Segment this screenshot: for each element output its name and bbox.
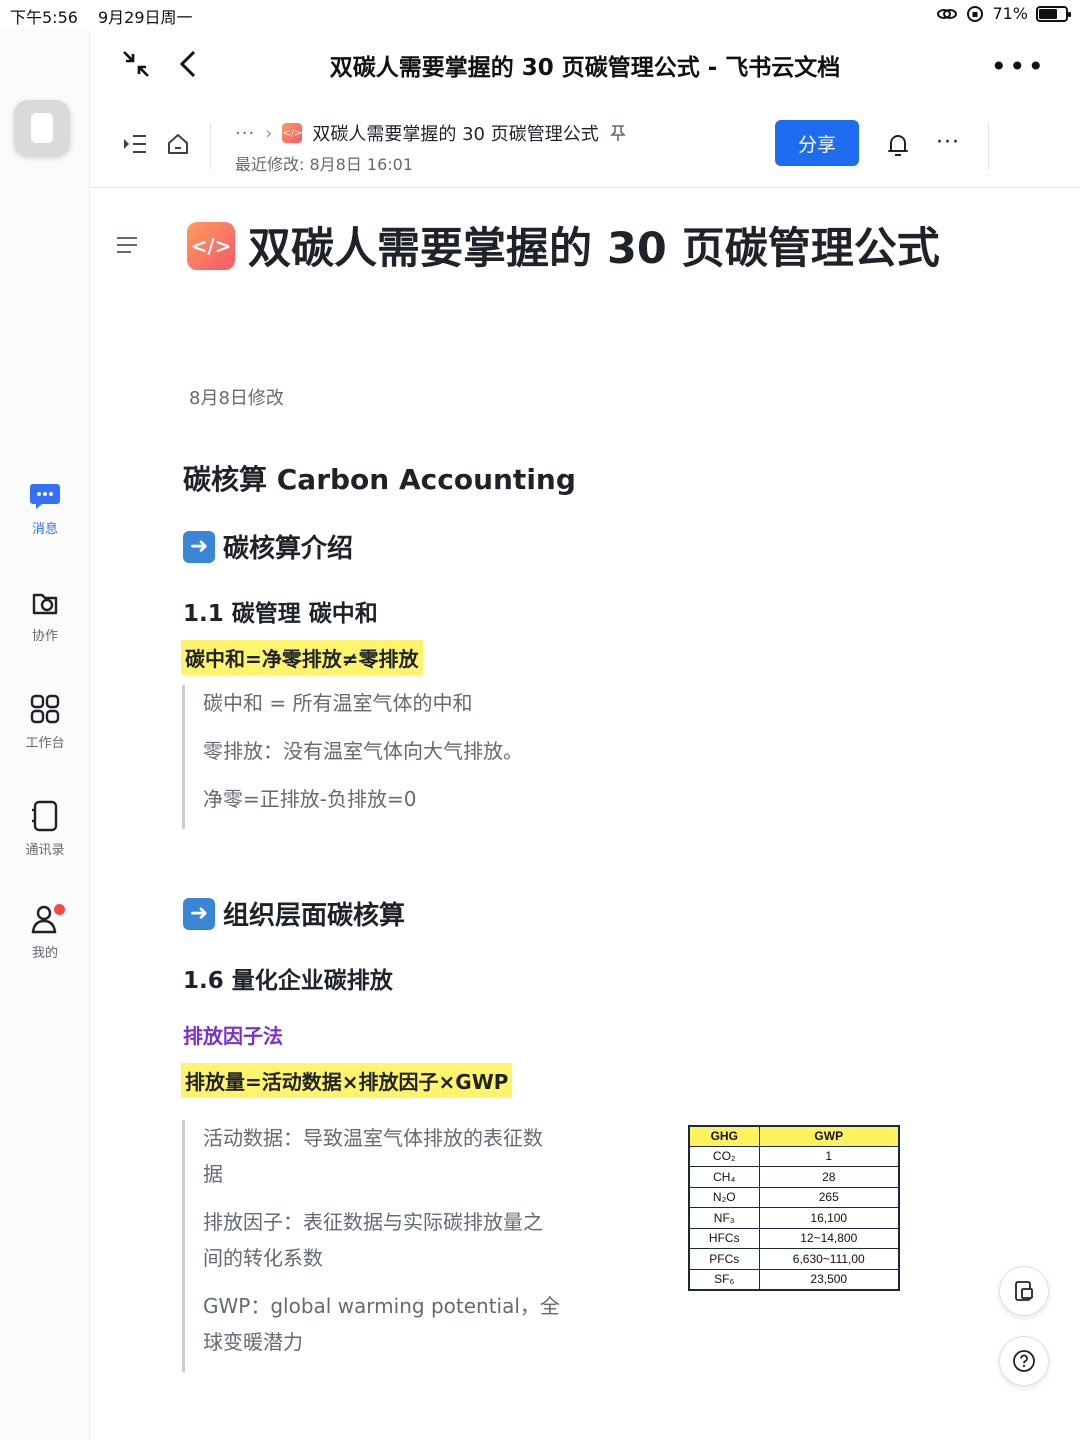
heading-section-2: ➜ 组织层面碳核算 [183,895,405,932]
gas-cell: CH₄ [688,1166,760,1188]
doc-toolbar: ··· › </> 双碳人需要掌握的 30 页碳管理公式 最近修改: 8月8日 … [90,104,1080,188]
status-date: 9月29日周一 [98,8,193,27]
highlight-formula: 排放量=活动数据×排放因子×GWP [181,1063,513,1098]
gwp-table: GHG GWP CO₂ 1 CH₄ 28 N₂O 265 NF₃ 16,100 HFCs 12~1… [688,1125,900,1291]
heading-carbon-accounting: 碳核算 Carbon Accounting [183,463,576,496]
gas-cell: NF₃ [688,1207,760,1229]
gas-cell: CO₂ [688,1145,760,1167]
rail-item-messages[interactable]: 消息 [0,478,90,537]
arrow-right-icon: ➜ [183,897,215,930]
table-header-row: GHG GWP [688,1125,900,1147]
breadcrumb-ellipsis[interactable]: ··· [235,123,255,144]
heading-text: 碳核算介绍 [223,534,354,564]
window-title: 双碳人需要掌握的 30 页碳管理公式 - 飞书云文档 [329,55,841,81]
doc-title: 双碳人需要掌握的 30 页碳管理公式 [248,224,940,274]
help-icon [1013,1350,1035,1372]
table-row: SF₆ 23,500 [688,1268,900,1290]
status-bar: 下午5:56 9月29日周一 71% [0,0,1080,30]
rail-item-workspace[interactable]: 工作台 [0,692,90,751]
more-options-icon[interactable]: ••• [990,50,1046,83]
column-header: GHG [688,1125,760,1147]
gwp-cell: 16,100 [758,1207,900,1229]
outline-toggle-icon[interactable] [122,132,148,156]
battery-percent: 71% [992,4,1028,23]
doc-info-button[interactable] [999,1266,1049,1316]
rail-label: 消息 [31,522,58,537]
rail-label: 我的 [31,946,58,961]
gas-cell: SF₆ [688,1268,760,1290]
table-row: HFCs 12~14,800 [688,1227,900,1249]
arrow-right-icon: ➜ [183,530,215,563]
doc-settings-icon [1015,1281,1033,1301]
method-label: 排放因子法 [183,1024,283,1048]
gwp-cell: 265 [758,1186,900,1208]
rail-label: 协作 [31,629,58,644]
table-row: CH₄ 28 [688,1166,900,1188]
notification-badge [54,904,65,915]
doc-more-icon[interactable]: ··· [936,130,960,155]
rail-item-profile[interactable]: 我的 [0,902,90,961]
gwp-cell: 12~14,800 [758,1227,900,1249]
document-body: </> 双碳人需要掌握的 30 页碳管理公式 8月8日修改 碳核算 Carbon… [90,188,1080,1440]
table-row: N₂O 265 [688,1186,900,1208]
quote-line: 净零=正排放-负排放=0 [203,787,417,811]
heading-1-6: 1.6 量化企业碳排放 [183,968,393,994]
share-button[interactable]: 分享 [775,120,859,166]
quote-line: 零排放：没有温室气体向大气排放。 [203,739,523,763]
pin-icon[interactable] [609,124,627,142]
table-row: NF₃ 16,100 [688,1207,900,1229]
table-row: PFCs 6,630~111,00 [688,1248,900,1270]
contacts-icon [32,800,58,832]
breadcrumb-doc-name[interactable]: 双碳人需要掌握的 30 页碳管理公式 [312,120,598,146]
left-rail: 消息 协作 工作台 通讯录 我的 [0,30,90,1440]
divider [210,122,211,170]
home-icon[interactable] [166,132,190,156]
highlight-formula: 碳中和=净零排放≠零排放 [181,640,423,675]
gwp-cell: 1 [758,1145,900,1167]
breadcrumb: ··· › </> 双碳人需要掌握的 30 页碳管理公式 [235,120,627,146]
rail-item-contacts[interactable]: 通讯录 [0,799,90,858]
rail-label: 通讯录 [25,843,65,858]
quote-line: 碳中和 = 所有温室气体的中和 [203,691,473,715]
window-title-bar: 双碳人需要掌握的 30 页碳管理公式 - 飞书云文档 ••• [90,34,1080,94]
bell-icon[interactable] [886,132,910,158]
workspace-grid-icon [30,694,60,724]
divider [988,122,989,170]
rail-item-collaborate[interactable]: 协作 [0,585,90,644]
doc-code-icon: </> [187,222,235,270]
collaborate-icon [32,593,58,615]
doc-code-icon: </> [282,123,302,143]
quote-block: 碳中和 = 所有温室气体的中和 零排放：没有温室气体向大气排放。 净零=正排放-… [182,685,582,829]
gwp-cell: 6,630~111,00 [758,1248,900,1270]
heading-1-1: 1.1 碳管理 碳中和 [183,601,378,627]
quote-block: 活动数据：导致温室气体排放的表征数据 排放因子：表征数据与实际碳排放量之间的转化… [182,1120,562,1372]
gas-cell: PFCs [688,1248,760,1270]
status-right: 71% [936,4,1071,23]
chevron-right-icon: › [265,122,273,144]
quote-line: 活动数据：导致温室气体排放的表征数据 [203,1126,543,1186]
battery-icon [1036,5,1071,22]
gas-cell: N₂O [688,1186,760,1208]
gwp-cell: 28 [758,1166,900,1188]
gas-cell: HFCs [688,1227,760,1249]
status-time: 下午5:56 [10,8,78,27]
heading-text: 组织层面碳核算 [223,901,406,931]
doc-modified-date: 8月8日修改 [189,388,284,409]
column-header: GWP [758,1125,900,1147]
table-row: CO₂ 1 [688,1145,900,1167]
link-icon [937,8,958,19]
help-button[interactable] [999,1336,1049,1386]
quote-line: 排放因子：表征数据与实际碳排放量之间的转化系数 [203,1210,543,1270]
message-icon [30,484,60,509]
gwp-cell: 23,500 [758,1268,900,1290]
heading-section-1: ➜ 碳核算介绍 [183,528,353,565]
rail-label: 工作台 [25,736,65,751]
last-modified: 最近修改: 8月8日 16:01 [235,155,414,174]
app-switcher-icon[interactable] [14,100,70,156]
quote-line: GWP：global warming potential，全球变暖潜力 [203,1294,560,1354]
orientation-lock-icon [967,5,984,22]
table-of-contents-icon[interactable] [116,236,138,254]
